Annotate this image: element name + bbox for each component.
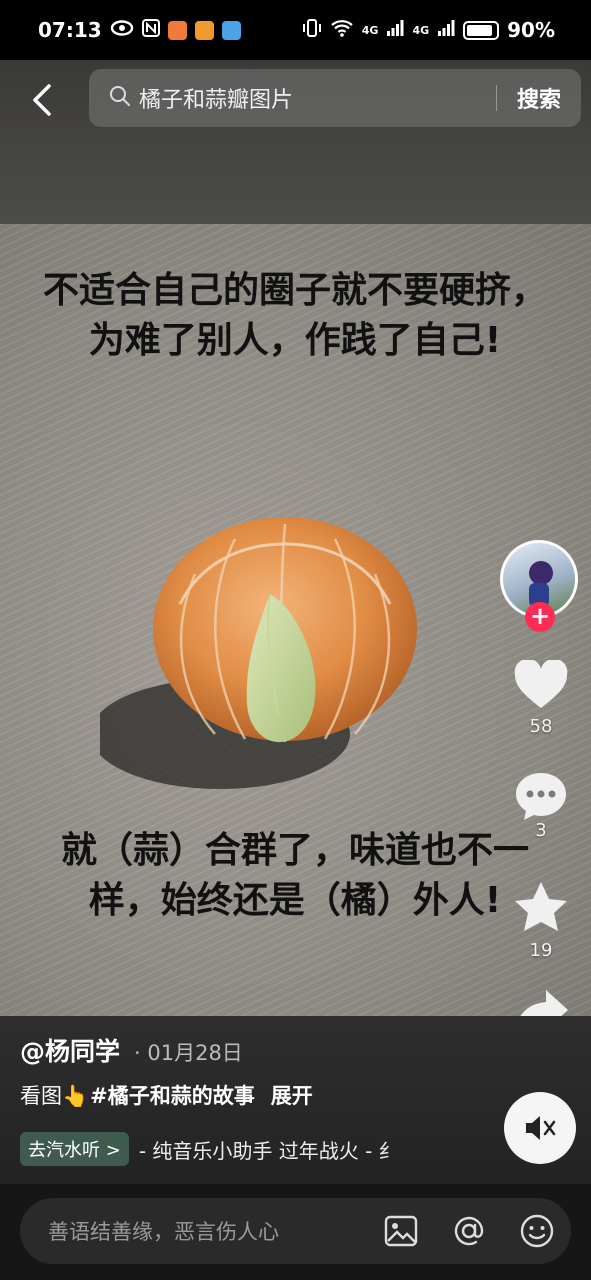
search-query[interactable]: 橘子和蒜瓣图片 (139, 82, 496, 114)
post-date: · 01月28日 (134, 1041, 243, 1065)
comment-group: 3 (500, 770, 582, 841)
battery-percent: 90% (507, 18, 555, 42)
comment-button[interactable] (500, 770, 582, 826)
comment-input[interactable]: 善语结善缘，恶言伤人心 (20, 1198, 571, 1264)
follow-button[interactable]: + (525, 602, 555, 632)
signal-icon-2 (437, 18, 455, 42)
status-right: 4G 4G 90% (302, 18, 555, 43)
image-picker-icon[interactable] (381, 1211, 421, 1251)
search-icon (109, 85, 131, 111)
signal-icon-1 (386, 18, 404, 42)
expand-button[interactable]: 展开 (271, 1080, 313, 1110)
hashtag-link[interactable]: #橘子和蒜的故事 (90, 1080, 255, 1110)
back-arrow-icon (33, 84, 51, 116)
author-name[interactable]: @杨同学 (20, 1032, 120, 1068)
back-button[interactable] (22, 80, 62, 120)
mute-button[interactable] (504, 1092, 576, 1164)
status-time: 07:13 (38, 18, 102, 42)
like-group: 58 (500, 658, 582, 737)
post-description: 看图👆 #橘子和蒜的故事 展开 (20, 1080, 313, 1110)
author-line: @杨同学 · 01月28日 (20, 1032, 243, 1068)
comment-bar: 善语结善缘，恶言伤人心 (0, 1184, 591, 1280)
favorite-button[interactable] (500, 880, 582, 938)
description-text: 看图👆 (20, 1084, 89, 1108)
image-caption-bottom: 就（蒜）合群了，味道也不一样，始终还是（橘）外人! (60, 830, 529, 921)
video-app-icon (194, 20, 214, 40)
emoji-icon[interactable] (517, 1211, 557, 1251)
favorite-count: 19 (529, 940, 553, 961)
network-type-1: 4G (361, 23, 379, 37)
comment-placeholder[interactable]: 善语结善缘，恶言伤人心 (48, 1216, 381, 1246)
comment-bubble-icon (516, 773, 566, 820)
listen-in-qishui-chip[interactable]: 去汽水听 > (20, 1132, 129, 1166)
status-bar: 07:13 4G 4G 90% (0, 0, 591, 60)
app-notification-icon (167, 20, 187, 40)
heart-icon (514, 658, 568, 708)
music-line[interactable]: 去汽水听 > - 纯音乐小助手 过年战火 - 纟 (20, 1132, 450, 1166)
music-title[interactable]: - 纯音乐小助手 过年战火 - 纟 (139, 1135, 399, 1164)
image-caption-top: 不适合自己的圈子就不要硬挤，为难了别人，作践了自己! (42, 270, 547, 361)
like-count: 58 (529, 716, 553, 737)
top-search-area: 橘子和蒜瓣图片 搜索 (0, 60, 591, 224)
battery-icon (463, 20, 500, 40)
nfc-icon (141, 18, 160, 42)
vibrate-icon (302, 18, 322, 43)
mention-icon[interactable] (449, 1211, 489, 1251)
favorite-group: 19 (500, 880, 582, 961)
star-icon (515, 882, 567, 931)
like-button[interactable] (500, 658, 582, 714)
eye-icon (110, 18, 134, 42)
post-info: @杨同学 · 01月28日 看图👆 #橘子和蒜的故事 展开 去汽水听 > - 纯… (0, 1016, 591, 1184)
orange-garlic-photo (100, 517, 417, 789)
search-button[interactable]: 搜索 (497, 82, 581, 114)
wifi-icon (330, 18, 354, 42)
weather-icon (221, 20, 241, 40)
speaker-muted-icon (526, 1116, 556, 1140)
network-type-2: 4G (412, 23, 430, 37)
status-left: 07:13 (38, 18, 241, 42)
search-box[interactable]: 橘子和蒜瓣图片 搜索 (89, 69, 581, 127)
